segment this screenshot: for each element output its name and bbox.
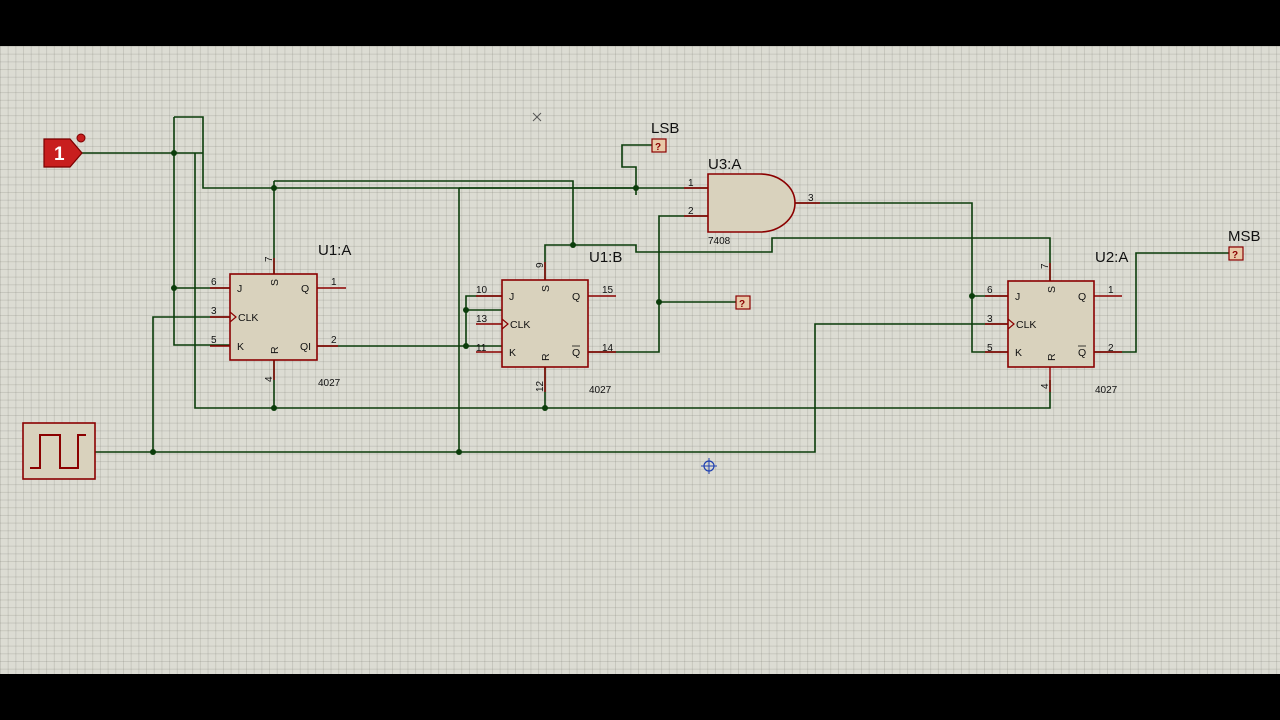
u1b-pin-j: J [509, 291, 514, 303]
u2a-pin-clk: CLK [1016, 319, 1036, 331]
u1b-num-s: 9 [535, 262, 546, 268]
u1a-num-clk: 3 [211, 306, 217, 317]
u1a-num-r: 4 [264, 376, 275, 382]
flipflop-u2a[interactable]: U2:A 4027 J CLK K Q Q S R 6 3 5 1 2 7 4 [985, 249, 1128, 396]
junction-dot [271, 405, 277, 411]
u2a-num-r: 4 [1040, 383, 1051, 389]
u2a-pin-k: K [1015, 347, 1022, 359]
junction-dot [656, 299, 662, 305]
u2a-pin-s: S [1046, 286, 1058, 293]
u1a-num-qbar: 2 [331, 335, 337, 346]
and-gate-u3a[interactable]: U3:A 7408 1 2 3 [684, 156, 820, 247]
and-gate-icon [707, 173, 796, 233]
u2a-num-s: 7 [1040, 263, 1051, 269]
u3a-type: 7408 [708, 236, 731, 247]
u1b-type: 4027 [589, 385, 612, 396]
u2a-type: 4027 [1095, 385, 1118, 396]
u1b-num-k: 11 [476, 343, 487, 354]
lsb-label: LSB [651, 120, 679, 137]
u3a-num-in2: 2 [688, 206, 694, 217]
u1a-pin-r: R [269, 346, 281, 354]
u1a-num-j: 6 [211, 277, 217, 288]
u3a-num-out: 3 [808, 193, 814, 204]
u3a-ref: U3:A [708, 156, 741, 173]
junction-dot [969, 293, 975, 299]
probe-middle[interactable]: ? [735, 295, 751, 310]
junction-dot [463, 307, 469, 313]
wire-set-bus [174, 116, 637, 195]
msb-probe-value: ? [1232, 250, 1238, 261]
u1a-pin-q: Q [301, 283, 309, 295]
u2a-pin-q: Q [1078, 291, 1086, 303]
wire-u1a-clk [152, 316, 230, 452]
u1b-pin-q: Q [572, 291, 580, 303]
u1b-ref: U1:B [589, 249, 622, 266]
u2a-num-qbar: 2 [1108, 343, 1114, 354]
u1b-pin-k: K [509, 347, 516, 359]
u1b-num-qbar: 14 [602, 343, 614, 354]
wire-u1a-s-top [274, 180, 574, 245]
u2a-pin-j: J [1015, 291, 1020, 303]
u2a-num-k: 5 [987, 343, 993, 354]
u1a-pin-qbar: QI [300, 341, 311, 353]
probe-lsb[interactable]: LSB ? [651, 120, 679, 153]
wire-and-out [795, 202, 1008, 353]
u2a-pin-r: R [1046, 353, 1058, 361]
u1b-pin-clk: CLK [510, 319, 530, 331]
wire-lsb-probe [621, 144, 652, 188]
u1b-pin-qbar: Q [572, 347, 580, 359]
u1a-num-k: 5 [211, 335, 217, 346]
u1a-num-s: 7 [264, 256, 275, 262]
logic-state-source[interactable]: 1 [43, 133, 86, 168]
logic-state-indicator [76, 133, 86, 143]
probe-msb[interactable]: MSB ? [1228, 228, 1261, 261]
u2a-num-j: 6 [987, 285, 993, 296]
u1a-type: 4027 [318, 378, 341, 389]
junction-dot [171, 150, 177, 156]
u1a-num-q: 1 [331, 277, 337, 288]
u1a-ref: U1:A [318, 242, 351, 259]
wire-u1b-j [465, 295, 502, 310]
clock-generator[interactable] [22, 422, 96, 480]
junction-dot [171, 285, 177, 291]
junction-dot [271, 185, 277, 191]
wire-u1a-jk-left [173, 117, 230, 346]
flipflop-u1a[interactable]: U1:A 4027 J CLK K Q QI S R 6 3 5 1 2 7 4 [210, 242, 351, 389]
middle-probe-value: ? [739, 299, 745, 310]
u1b-pin-s: S [540, 285, 552, 292]
msb-label: MSB [1228, 228, 1261, 245]
crosshair-cursor-icon [701, 458, 717, 474]
junction-dot [633, 185, 639, 191]
u1a-pin-j: J [237, 283, 242, 295]
lsb-probe-value: ? [655, 142, 661, 153]
u2a-num-q: 1 [1108, 285, 1114, 296]
u1b-num-j: 10 [476, 285, 488, 296]
logic-state-value: 1 [54, 144, 65, 165]
wire-u2a-qbar [1094, 252, 1229, 353]
u3a-num-in1: 1 [688, 178, 694, 189]
origin-marker-icon [532, 112, 542, 122]
wire-u1b-qbar [588, 215, 708, 353]
u2a-num-clk: 3 [987, 314, 993, 325]
junction-dot [570, 242, 576, 248]
u1a-pin-k: K [237, 341, 244, 353]
u2a-pin-qbar: Q [1078, 347, 1086, 359]
junction-dot [456, 449, 462, 455]
u1a-pin-clk: CLK [238, 312, 258, 324]
wire-reset-bus [194, 153, 1051, 409]
schematic-svg[interactable]: 1 U1:A 4027 J CLK K Q QI S R 6 3 5 1 2 7… [0, 0, 1280, 720]
flipflop-u1b[interactable]: U1:B 4027 J CLK K Q Q S R 10 13 11 15 14… [476, 249, 622, 396]
junction-dot [542, 405, 548, 411]
u1b-num-q: 15 [602, 285, 614, 296]
u2a-ref: U2:A [1095, 249, 1128, 266]
junction-dot [150, 449, 156, 455]
junction-dot [463, 343, 469, 349]
u1b-num-r: 12 [535, 380, 546, 392]
u1b-pin-r: R [540, 353, 552, 361]
u1b-num-clk: 13 [476, 314, 488, 325]
u1a-pin-s: S [269, 279, 281, 286]
